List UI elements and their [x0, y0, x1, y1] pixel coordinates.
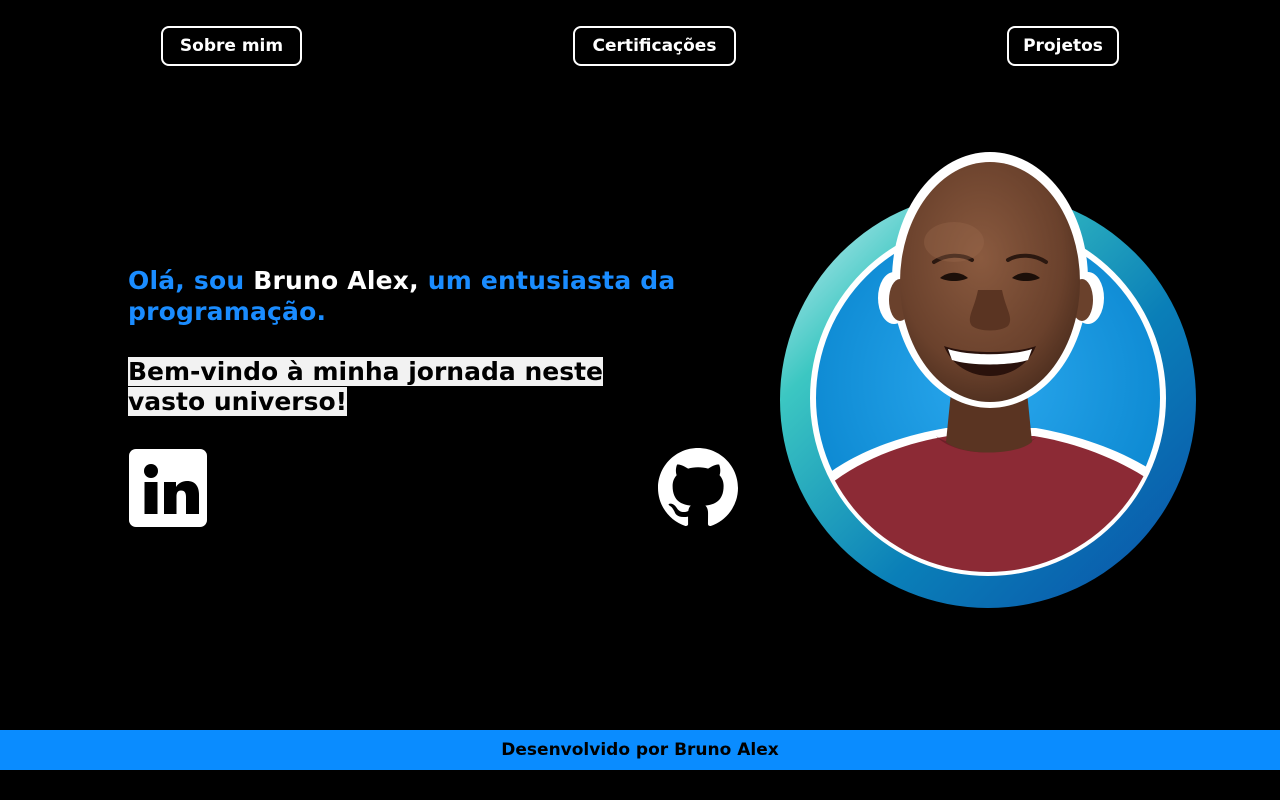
hero-headline: Olá, sou Bruno Alex, um entusiasta da pr…: [128, 265, 748, 327]
nav-projects-button[interactable]: Projetos: [1007, 26, 1119, 66]
linkedin-link[interactable]: [128, 448, 208, 528]
welcome-highlight: Bem-vindo à minha jornada neste vasto un…: [128, 357, 603, 416]
footer-credit: Desenvolvido por Bruno Alex: [501, 740, 779, 760]
profile-illustration: [780, 152, 1196, 608]
greeting-prefix: Olá, sou: [128, 266, 254, 295]
nav-about-button[interactable]: Sobre mim: [161, 26, 302, 66]
linkedin-icon: [129, 449, 207, 527]
github-link[interactable]: [658, 448, 738, 528]
nav-certifications-button[interactable]: Certificações: [573, 26, 736, 66]
github-icon: [658, 448, 738, 527]
profile-photo: [776, 150, 1200, 612]
footer: Desenvolvido por Bruno Alex: [0, 730, 1280, 770]
welcome-text: Bem-vindo à minha jornada neste vasto un…: [128, 357, 688, 417]
hero-name: Bruno Alex,: [253, 266, 419, 295]
